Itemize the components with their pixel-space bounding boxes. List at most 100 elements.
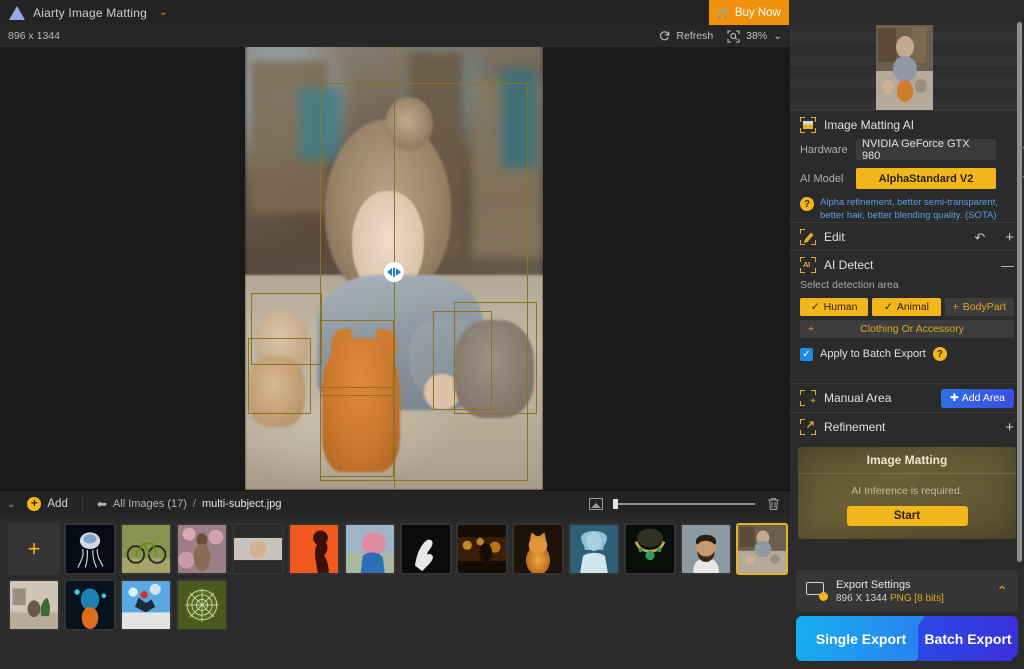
export-settings-title: Export Settings xyxy=(836,579,996,591)
ai-label-icon: AI xyxy=(803,260,810,269)
edit-undo-button[interactable]: ↶ xyxy=(974,231,985,244)
breadcrumb: ⬅ All Images (17) / multi-subject.jpg xyxy=(97,497,282,511)
model-dropdown[interactable]: AlphaStandard V2 xyxy=(856,168,996,189)
hardware-dropdown[interactable]: NVIDIA GeForce GTX 980 xyxy=(856,139,996,160)
hardware-label: Hardware xyxy=(800,144,856,156)
preview-area[interactable] xyxy=(790,25,1018,110)
edit-add-button[interactable]: + xyxy=(1005,230,1014,245)
toolbar-divider xyxy=(82,497,83,511)
thumbnail-white-hand-dark[interactable] xyxy=(400,523,452,575)
model-help-icon[interactable]: ? xyxy=(800,197,814,211)
batch-export-checkbox[interactable]: ✓ xyxy=(800,348,813,361)
refinement-title: Refinement xyxy=(824,420,997,434)
photo-girl-bun xyxy=(385,97,433,151)
hardware-row: Hardware NVIDIA GeForce GTX 980 ▾ xyxy=(790,139,1024,160)
chip-bodypart-prefix-icon: + xyxy=(953,301,959,313)
start-button[interactable]: Start xyxy=(847,506,968,526)
batch-export-button-label: Batch Export xyxy=(924,631,1011,647)
thumbnail-size-slider[interactable] xyxy=(615,503,755,505)
edit-pencil-icon xyxy=(800,229,816,245)
edit-header[interactable]: Edit ↶ + xyxy=(790,223,1024,251)
thumbnail-blue-dress-woman[interactable] xyxy=(568,523,620,575)
single-export-label: Single Export xyxy=(816,631,906,647)
refinement-add-button[interactable]: + xyxy=(1005,420,1014,435)
photo-kitten-tabby xyxy=(454,320,534,418)
export-settings-icon xyxy=(806,582,828,600)
thumbnail-silhouette-orange[interactable] xyxy=(288,523,340,575)
thumbnail-emerald-necklace[interactable] xyxy=(624,523,676,575)
batch-export-help-icon[interactable]: ? xyxy=(933,347,947,361)
image-canvas[interactable] xyxy=(0,47,790,490)
thumbnail-bicycle[interactable] xyxy=(120,523,172,575)
ai-detect-collapse-button[interactable]: — xyxy=(1001,259,1014,272)
split-arrow-right-icon xyxy=(396,268,401,276)
buy-now-button[interactable]: 🛒 Buy Now xyxy=(709,0,789,25)
section-manual-area: + Manual Area ✚ Add Area xyxy=(790,383,1024,412)
thumbnail-orange-cat[interactable] xyxy=(512,523,564,575)
compare-split-handle[interactable] xyxy=(384,262,404,282)
app-window: Aiarty Image Matting ⌄ 🛒 Buy Now Home ✕ … xyxy=(0,0,1024,669)
add-images-button[interactable]: + Add xyxy=(27,497,67,511)
slider-knob[interactable] xyxy=(613,499,618,509)
thumbnail-bearded-man[interactable] xyxy=(680,523,732,575)
model-dropdown-wrap: AlphaStandard V2 ▾ xyxy=(856,168,1014,189)
cart-icon: 🛒 xyxy=(717,6,731,19)
filmstrip[interactable]: + xyxy=(0,517,790,669)
chip-human-label: Human xyxy=(824,301,858,313)
refinement-header[interactable]: Refinement + xyxy=(790,413,1024,441)
chip-bodypart[interactable]: + BodyPart xyxy=(945,298,1014,316)
zoom-level-label: 38% xyxy=(746,30,767,42)
split-divider-icon xyxy=(393,268,395,277)
add-area-button[interactable]: ✚ Add Area xyxy=(941,389,1014,408)
manual-area-header[interactable]: + Manual Area ✚ Add Area xyxy=(790,384,1024,412)
chip-animal[interactable]: ✓ Animal xyxy=(872,298,940,316)
thumbnail-room-interior[interactable] xyxy=(8,579,60,631)
back-arrow-icon[interactable]: ⬅ xyxy=(97,497,107,511)
zoom-caret-icon[interactable]: ⌄ xyxy=(773,30,782,42)
refresh-button[interactable]: Refresh xyxy=(659,30,713,42)
filmstrip-collapse-icon[interactable]: ⌄ xyxy=(7,499,15,510)
preview-thumbnail xyxy=(876,25,933,110)
breadcrumb-all-images[interactable]: All Images (17) xyxy=(113,498,187,510)
title-dropdown-caret-icon[interactable]: ⌄ xyxy=(159,7,167,18)
thumbnail-neon-figure[interactable] xyxy=(64,579,116,631)
zoom-control[interactable]: 38% ⌄ xyxy=(727,30,782,43)
filmstrip-toolbar-right xyxy=(589,497,780,511)
filmstrip-add-tile[interactable]: + xyxy=(8,523,60,575)
canvas-toolbar: 896 x 1344 Refresh 38% ⌄ xyxy=(0,25,790,47)
batch-export-button[interactable]: Batch Export xyxy=(918,616,1018,661)
chip-clothing-label: Clothing Or Accessory xyxy=(818,323,1006,335)
model-row: AI Model AlphaStandard V2 ▾ xyxy=(790,168,1024,189)
matting-ai-header: Image Matting AI xyxy=(790,111,1024,139)
refresh-icon xyxy=(659,30,671,42)
export-settings-text: Export Settings 896 X 1344 PNG [8 bits] xyxy=(836,579,996,604)
photo-teal-right xyxy=(501,70,537,168)
thumbnail-portrait-blonde[interactable] xyxy=(232,523,284,575)
thumbnail-skateboarder[interactable] xyxy=(120,579,172,631)
export-bits: [8 bits] xyxy=(914,593,943,604)
breadcrumb-current-file: multi-subject.jpg xyxy=(202,498,281,510)
hardware-value: NVIDIA GeForce GTX 980 xyxy=(862,138,990,162)
thumbnail-spider-web[interactable] xyxy=(176,579,228,631)
chip-human[interactable]: ✓ Human xyxy=(800,298,868,316)
thumbnail-jellyfish[interactable] xyxy=(64,523,116,575)
matting-fill-icon xyxy=(803,121,813,129)
canvas-photo[interactable] xyxy=(245,47,543,490)
thumbnail-bokeh-lights[interactable] xyxy=(456,523,508,575)
manual-area-title: Manual Area xyxy=(824,391,933,405)
chip-clothing-or-accessory[interactable]: + Clothing Or Accessory xyxy=(800,320,1014,338)
export-settings-card[interactable]: Export Settings 896 X 1344 PNG [8 bits] … xyxy=(796,570,1018,612)
thumbnail-pink-hair-sky[interactable] xyxy=(344,523,396,575)
image-dimensions-label: 896 x 1344 xyxy=(8,30,60,42)
thumbnail-multi-subject[interactable] xyxy=(736,523,788,575)
manual-area-icon: + xyxy=(800,390,816,406)
ai-detect-header[interactable]: AI AI Detect — xyxy=(790,251,1024,279)
export-collapse-chevron-icon[interactable]: ⌃ xyxy=(996,583,1008,600)
thumbnail-woman-blossom[interactable] xyxy=(176,523,228,575)
export-settings-details: 896 X 1344 PNG [8 bits] xyxy=(836,593,996,604)
delete-button[interactable] xyxy=(767,497,780,511)
single-export-button[interactable]: Single Export xyxy=(796,616,926,661)
chip-human-prefix-icon: ✓ xyxy=(811,301,820,313)
right-panel-scrollbar[interactable] xyxy=(1017,22,1022,562)
section-edit: Edit ↶ + xyxy=(790,222,1024,251)
